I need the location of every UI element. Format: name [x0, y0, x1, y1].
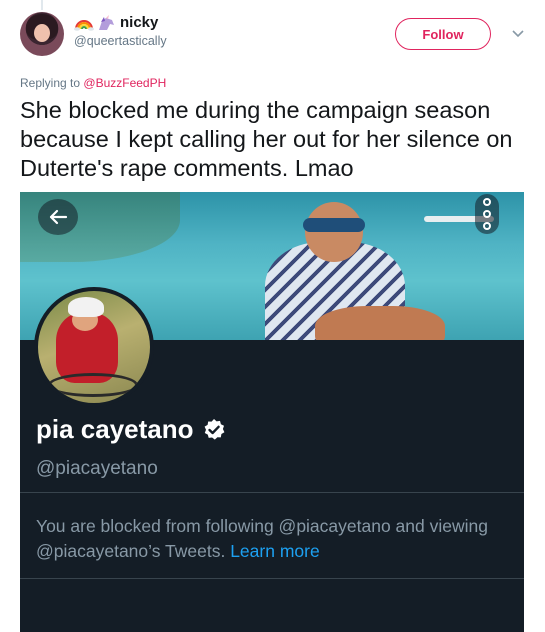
profile-avatar — [34, 287, 154, 407]
tweet-text: She blocked me during the campaign seaso… — [20, 97, 513, 181]
blocked-notice: You are blocked from following @piacayet… — [36, 514, 506, 564]
author-name-row[interactable]: nicky — [74, 14, 158, 31]
profile-handle: @piacayetano — [36, 458, 158, 479]
replying-to: Replying to @BuzzFeedPH — [20, 76, 166, 90]
follow-button[interactable]: Follow — [395, 18, 491, 50]
divider — [20, 578, 524, 579]
profile-name-row: pia cayetano — [36, 414, 226, 445]
replying-prefix: Replying to — [20, 76, 81, 90]
author-display-name: nicky — [120, 14, 159, 31]
thread-line — [41, 0, 43, 10]
tweet-header: nicky @queertastically Follow — [20, 12, 525, 62]
learn-more-link[interactable]: Learn more — [230, 541, 320, 561]
verified-badge-icon — [204, 418, 224, 440]
rainbow-icon — [74, 19, 94, 31]
unicorn-icon — [99, 14, 114, 30]
more-options-icon[interactable] — [475, 194, 499, 234]
author-handle[interactable]: @queertastically — [74, 34, 167, 48]
profile-name: pia cayetano — [36, 414, 194, 444]
divider — [20, 492, 524, 493]
back-arrow-icon[interactable] — [38, 199, 78, 235]
avatar[interactable] — [20, 12, 64, 56]
replying-mention[interactable]: @BuzzFeedPH — [83, 76, 166, 90]
chevron-down-icon[interactable] — [511, 26, 525, 40]
tweet-image[interactable]: pia cayetano @piacayetano You are blocke… — [20, 192, 524, 632]
